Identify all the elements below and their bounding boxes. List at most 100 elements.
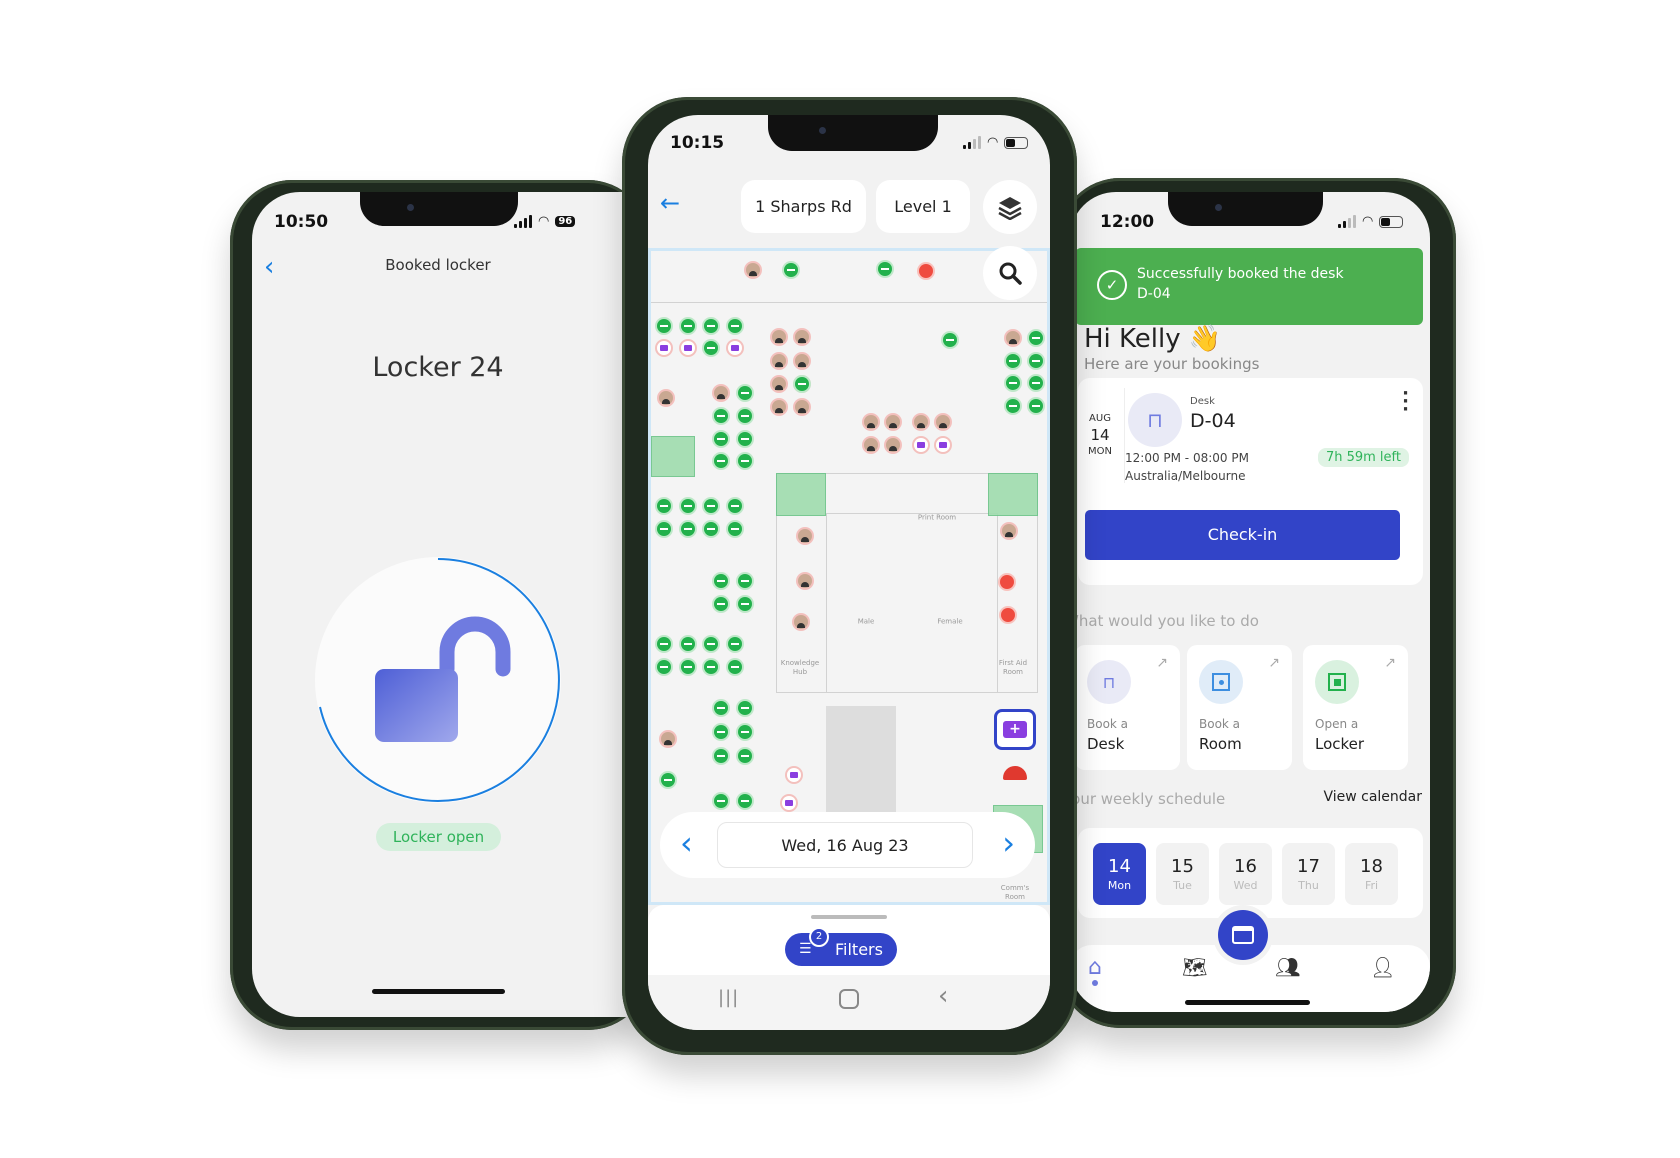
available-desk-marker[interactable]	[704, 660, 718, 674]
available-desk-marker[interactable]	[728, 499, 742, 513]
nav-home[interactable]: ⌂	[1088, 955, 1102, 986]
available-desk-marker[interactable]	[681, 660, 695, 674]
checkin-button[interactable]: Check-in	[1085, 510, 1400, 560]
available-desk-marker[interactable]	[738, 386, 752, 400]
available-desk-marker[interactable]	[657, 637, 671, 651]
booked-desk-initials[interactable]	[919, 264, 933, 278]
level-selector[interactable]: Level 1	[876, 180, 970, 233]
locker-marker[interactable]	[914, 438, 928, 452]
booked-desk-avatar[interactable]	[714, 386, 728, 400]
view-calendar-link[interactable]: View calendar	[1323, 789, 1422, 805]
available-desk-marker[interactable]	[784, 263, 798, 277]
back-arrow-icon[interactable]: ←	[660, 189, 680, 217]
available-desk-marker[interactable]	[714, 574, 728, 588]
day-16[interactable]: 16 Wed	[1219, 843, 1272, 905]
booked-desk-avatar[interactable]	[864, 415, 878, 429]
available-desk-marker[interactable]	[714, 794, 728, 808]
available-desk-marker[interactable]	[728, 319, 742, 333]
available-desk-marker[interactable]	[657, 499, 671, 513]
green-room[interactable]	[776, 473, 826, 516]
back-icon[interactable]: ‹	[938, 981, 948, 1011]
available-desk-marker[interactable]	[657, 522, 671, 536]
available-desk-marker[interactable]	[681, 637, 695, 651]
available-desk-marker[interactable]	[1029, 354, 1043, 368]
locker-marker[interactable]	[782, 796, 796, 810]
booked-desk-avatar[interactable]	[798, 574, 812, 588]
date-display[interactable]: Wed, 16 Aug 23	[717, 822, 973, 868]
success-toast[interactable]: ✓ Successfully booked the desk D-04	[1075, 248, 1423, 325]
first-aid-button[interactable]: +	[994, 709, 1036, 750]
lock-circle[interactable]	[315, 557, 561, 803]
booked-desk-avatar[interactable]	[864, 438, 878, 452]
location-selector[interactable]: 1 Sharps Rd	[741, 180, 866, 233]
available-desk-marker[interactable]	[738, 454, 752, 468]
add-booking-fab[interactable]	[1218, 910, 1268, 960]
available-desk-marker[interactable]	[657, 660, 671, 674]
available-desk-marker[interactable]	[1006, 399, 1020, 413]
available-desk-marker[interactable]	[738, 409, 752, 423]
booked-desk-avatar[interactable]	[772, 400, 786, 414]
book-desk-action[interactable]: ⊓ ↗ Book a Desk	[1075, 645, 1180, 770]
available-desk-marker[interactable]	[738, 794, 752, 808]
available-desk-marker[interactable]	[1029, 376, 1043, 390]
available-desk-marker[interactable]	[728, 637, 742, 651]
filters-button[interactable]: ☰ 2 Filters	[785, 927, 897, 966]
booked-desk-avatar[interactable]	[886, 415, 900, 429]
booked-desk-avatar[interactable]	[772, 354, 786, 368]
booked-desk-avatar[interactable]	[772, 330, 786, 344]
available-desk-marker[interactable]	[714, 432, 728, 446]
locker-marker[interactable]	[681, 341, 695, 355]
available-desk-marker[interactable]	[714, 454, 728, 468]
booked-desk-initials[interactable]	[1000, 575, 1014, 589]
available-desk-marker[interactable]	[704, 499, 718, 513]
locker-marker[interactable]	[936, 438, 950, 452]
sheet-handle[interactable]	[811, 915, 887, 919]
available-desk-marker[interactable]	[704, 522, 718, 536]
booked-desk-avatar[interactable]	[795, 400, 809, 414]
available-desk-marker[interactable]	[1029, 331, 1043, 345]
more-options-icon[interactable]: · · ·	[1402, 385, 1409, 419]
nav-profile[interactable]: 👤︎	[1370, 955, 1395, 979]
available-desk-marker[interactable]	[681, 499, 695, 513]
available-desk-marker[interactable]	[728, 522, 742, 536]
green-room[interactable]	[651, 436, 695, 477]
available-desk-marker[interactable]	[704, 341, 718, 355]
available-desk-marker[interactable]	[943, 333, 957, 347]
floor-map[interactable]: Print Room Male Female Knowledge Hub Fir…	[648, 248, 1050, 905]
locker-marker[interactable]	[657, 341, 671, 355]
available-desk-marker[interactable]	[738, 597, 752, 611]
available-desk-marker[interactable]	[704, 637, 718, 651]
booked-desk-avatar[interactable]	[798, 529, 812, 543]
available-desk-marker[interactable]	[661, 773, 675, 787]
open-locker-action[interactable]: ↗ Open a Locker	[1303, 645, 1408, 770]
available-desk-marker[interactable]	[738, 432, 752, 446]
available-desk-marker[interactable]	[738, 574, 752, 588]
day-18[interactable]: 18 Fri	[1345, 843, 1398, 905]
green-room[interactable]	[988, 473, 1038, 516]
prev-day-chevron-icon[interactable]: ‹	[680, 824, 693, 862]
available-desk-marker[interactable]	[1029, 399, 1043, 413]
booked-desk-avatar[interactable]	[659, 391, 673, 405]
booked-desk-avatar[interactable]	[772, 377, 786, 391]
available-desk-marker[interactable]	[714, 749, 728, 763]
available-desk-marker[interactable]	[738, 701, 752, 715]
home-circle-icon[interactable]	[839, 989, 859, 1009]
available-desk-marker[interactable]	[704, 319, 718, 333]
available-desk-marker[interactable]	[714, 409, 728, 423]
booked-desk-avatar[interactable]	[886, 438, 900, 452]
available-desk-marker[interactable]	[1006, 354, 1020, 368]
nav-people[interactable]: 👥︎	[1275, 955, 1300, 979]
nav-map[interactable]: 🗺︎	[1182, 955, 1207, 979]
available-desk-marker[interactable]	[714, 725, 728, 739]
locker-marker[interactable]	[728, 341, 742, 355]
available-desk-marker[interactable]	[681, 522, 695, 536]
available-desk-marker[interactable]	[728, 660, 742, 674]
booked-desk-avatar[interactable]	[661, 732, 675, 746]
booked-desk-avatar[interactable]	[795, 354, 809, 368]
layers-button[interactable]	[983, 180, 1037, 234]
recents-icon[interactable]: |||	[718, 987, 739, 1008]
back-chevron-icon[interactable]: ‹	[264, 252, 274, 282]
locker-marker[interactable]	[787, 768, 801, 782]
book-room-action[interactable]: ↗ Book a Room	[1187, 645, 1292, 770]
booked-desk-avatar[interactable]	[1006, 331, 1020, 345]
